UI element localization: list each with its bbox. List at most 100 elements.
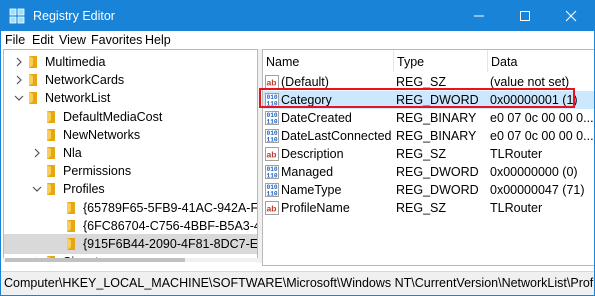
tree-item[interactable]: NetworkCards — [4, 70, 257, 90]
tree-item-label: Multimedia — [45, 55, 106, 69]
folder-icon — [67, 219, 75, 232]
value-row[interactable]: 010 110 DateLastConnected REG_BINARY e0 07 0… — [263, 127, 594, 145]
window-title: Registry Editor — [33, 9, 115, 23]
value-data: e0 07 0c 00 00 0... — [490, 129, 594, 143]
value-type: REG_DWORD — [396, 165, 479, 179]
value-data: e0 07 0c 00 00 0... — [490, 111, 594, 125]
value-data: TLRouter — [490, 201, 543, 215]
chevron-down-icon[interactable] — [32, 183, 42, 195]
tree-item[interactable]: Multimedia — [4, 52, 257, 72]
maximize-icon — [520, 11, 530, 21]
menu-edit[interactable]: Edit — [32, 33, 54, 47]
value-row[interactable]: ab (Default) REG_SZ (value not set) — [263, 73, 594, 91]
folder-icon — [47, 183, 55, 196]
tree-item-label: {65789F65-5FB9-41AC-942A-F — [83, 200, 258, 215]
tree-item-label: NewNetworks — [63, 127, 141, 142]
menu-help[interactable]: Help — [145, 33, 171, 47]
value-name: NameType — [281, 183, 342, 197]
minimize-button[interactable] — [456, 1, 502, 31]
value-type: REG_DWORD — [396, 93, 479, 107]
string-value-icon: ab — [265, 201, 279, 215]
value-name: Category — [281, 93, 332, 107]
value-data: 0x00000001 (1) — [490, 93, 578, 107]
tree-item-label: DefaultMediaCost — [63, 109, 163, 124]
svg-text:ab: ab — [267, 150, 277, 160]
value-data: 0x00000000 (0) — [490, 165, 578, 179]
folder-icon — [47, 110, 55, 123]
tree-item-label: NetworkCards — [45, 73, 125, 88]
column-header-data[interactable]: Data — [488, 50, 594, 72]
value-type: REG_SZ — [396, 147, 447, 161]
string-value-icon: ab — [265, 147, 279, 161]
binary-value-icon: 010110 — [265, 183, 279, 197]
tree-item[interactable]: {915F6B44-2090-4F81-8DC7-E — [4, 234, 257, 254]
svg-text:110: 110 — [267, 101, 278, 107]
column-header-name[interactable]: Name — [263, 50, 393, 72]
binary-value-icon: 010110 — [265, 129, 279, 143]
folder-icon — [67, 201, 75, 214]
tree-item-label: Profiles — [63, 182, 105, 197]
folder-icon — [29, 56, 37, 68]
value-row[interactable]: 010 110 Category REG_DWORD 0x00000001 (1) — [263, 91, 594, 109]
value-type: REG_BINARY — [396, 111, 477, 125]
tree-horizontal-scrollbar[interactable] — [3, 258, 258, 262]
tree-item-label: Nla — [63, 146, 82, 160]
menu-view[interactable]: View — [59, 33, 86, 47]
chevron-down-icon[interactable] — [14, 92, 24, 104]
tree-item[interactable]: Nla — [4, 143, 257, 163]
value-name: (Default) — [281, 75, 329, 89]
chevron-right-icon[interactable] — [14, 74, 24, 86]
value-type: REG_SZ — [396, 201, 447, 215]
value-name: ProfileName — [281, 201, 350, 215]
close-button[interactable] — [548, 1, 594, 31]
folder-icon — [29, 92, 37, 105]
folder-icon — [47, 128, 55, 141]
folder-icon — [47, 147, 55, 159]
menu-favorites[interactable]: Favorites — [91, 33, 142, 47]
binary-value-icon: 010110 — [265, 111, 279, 125]
tree-item[interactable]: {6FC86704-C756-4BBF-B5A3-4 — [4, 216, 257, 236]
menu-bar: File Edit View Favorites Help — [1, 31, 594, 51]
value-row[interactable]: ab Description REG_SZ TLRouter — [263, 145, 594, 163]
folder-icon — [67, 238, 75, 250]
value-row[interactable]: ab ProfileName REG_SZ TLRouter — [263, 199, 594, 217]
menu-file[interactable]: File — [5, 33, 25, 47]
tree-item-label: {915F6B44-2090-4F81-8DC7-E — [83, 237, 258, 251]
svg-text:110: 110 — [267, 191, 278, 197]
status-bar: Computer\HKEY_LOCAL_MACHINE\SOFTWARE\Mic… — [1, 271, 594, 295]
value-name: DateLastConnected — [281, 129, 392, 143]
binary-value-icon: 010110 — [265, 93, 279, 107]
tree-item[interactable]: Permissions — [4, 161, 257, 181]
status-path: Computer\HKEY_LOCAL_MACHINE\SOFTWARE\Mic… — [4, 276, 594, 290]
value-row[interactable]: 010 110 DateCreated REG_BINARY e0 07 0c 00 0… — [263, 109, 594, 127]
value-type: REG_DWORD — [396, 183, 479, 197]
value-data: 0x00000047 (71) — [490, 183, 585, 197]
tree-item[interactable]: {65789F65-5FB9-41AC-942A-F — [4, 198, 257, 218]
chevron-right-icon[interactable] — [32, 147, 42, 159]
key-tree-pane[interactable]: Multimedia NetworkCards NetworkList Default… — [3, 49, 258, 260]
tree-item-label: {6FC86704-C756-4BBF-B5A3-4 — [83, 218, 258, 233]
scrollbar-thumb[interactable] — [5, 258, 185, 262]
string-value-icon: ab — [265, 75, 279, 89]
value-name: Managed — [281, 165, 334, 179]
value-row[interactable]: 010 110 NameType REG_DWORD 0x00000047 (71) — [263, 181, 594, 199]
chevron-right-icon[interactable] — [14, 56, 24, 68]
value-row[interactable]: 010 110 Managed REG_DWORD 0x00000000 (0) — [263, 163, 594, 181]
tree-item[interactable]: NewNetworks — [4, 125, 257, 145]
registry-editor-icon — [9, 8, 25, 24]
value-name: Description — [281, 147, 344, 161]
tree-item[interactable]: Profiles — [4, 179, 257, 199]
column-header-type[interactable]: Type — [394, 50, 487, 72]
values-pane[interactable]: Name Type Data ab (Default) REG_SZ (value n… — [262, 49, 594, 266]
svg-text:ab: ab — [267, 204, 277, 214]
tree-item-label: Permissions — [63, 164, 132, 179]
title-bar[interactable]: Registry Editor — [1, 1, 594, 31]
registry-editor-window: Registry Editor File Edit View Favorites… — [0, 0, 595, 296]
maximize-button[interactable] — [502, 1, 548, 31]
tree-item[interactable]: NetworkList — [4, 88, 257, 108]
tree-item[interactable]: DefaultMediaCost — [4, 107, 257, 127]
binary-value-icon: 010110 — [265, 165, 279, 179]
folder-icon — [29, 74, 37, 87]
value-type: REG_SZ — [396, 75, 447, 89]
value-data: (value not set) — [490, 75, 570, 89]
